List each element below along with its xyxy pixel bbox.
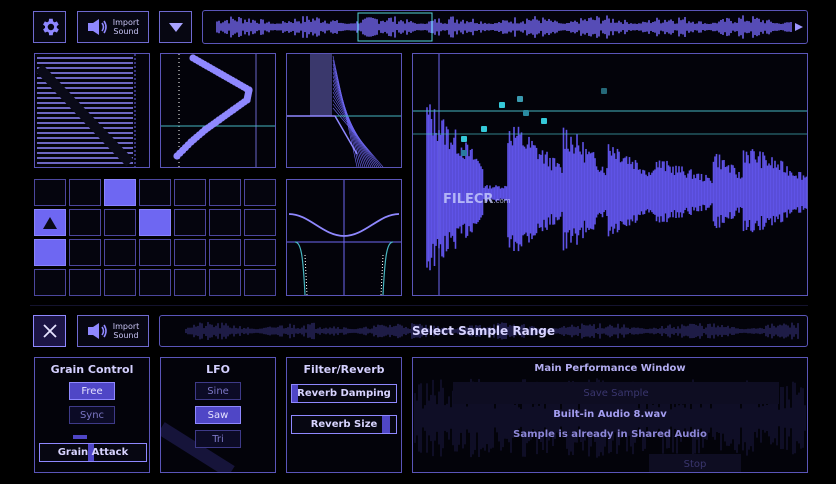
pad-cell[interactable] [209, 209, 241, 236]
main-waveform-display[interactable]: FILECR.com [412, 53, 808, 296]
pad-cell[interactable] [174, 209, 206, 236]
pad-cell[interactable] [139, 209, 171, 236]
main-performance-window: Main Performance Window Save Sample Buil… [412, 357, 808, 473]
pad-cell[interactable] [244, 269, 276, 296]
import-sound-button-2[interactable]: Import Sound [77, 315, 149, 347]
pad-cell[interactable] [174, 179, 206, 206]
pad-cell[interactable] [139, 269, 171, 296]
pad-cell[interactable] [209, 239, 241, 266]
watermark: FILECR.com [443, 192, 511, 207]
sample-filename: Built-in Audio 8.wav [553, 409, 667, 420]
pad-cell[interactable] [139, 179, 171, 206]
pad-cell[interactable] [174, 269, 206, 296]
speaker-icon [87, 19, 107, 35]
grain-pattern-display [34, 53, 150, 168]
save-sample-button[interactable]: Save Sample [453, 382, 779, 404]
pad-cell[interactable] [104, 269, 136, 296]
overview-waveform[interactable] [202, 10, 808, 44]
pad-cell[interactable] [104, 239, 136, 266]
pad-cell[interactable] [34, 179, 66, 206]
grain-sync-option[interactable]: Sync [69, 406, 115, 424]
reverb-damping-label: Reverb Damping [297, 388, 391, 399]
select-sample-range-label: Select Sample Range [412, 324, 555, 338]
import-sound-button[interactable]: Import Sound [77, 11, 149, 43]
stop-button[interactable]: Stop [649, 454, 741, 472]
pad-cell[interactable] [34, 239, 66, 266]
pad-cell[interactable] [69, 209, 101, 236]
chevron-down-icon [168, 22, 183, 32]
reverb-size-label: Reverb Size [310, 419, 378, 430]
lfo-sine-option[interactable]: Sine [195, 382, 241, 400]
grain-attack-marker [73, 435, 87, 439]
pad-cell[interactable] [69, 269, 101, 296]
pad-cell[interactable] [209, 179, 241, 206]
pad-cell[interactable] [244, 179, 276, 206]
speaker-icon [87, 323, 107, 339]
filter-response-display [286, 53, 402, 168]
lfo-panel: LFO Sine Saw Tri [160, 357, 276, 473]
pad-cell[interactable] [104, 209, 136, 236]
reverb-damping-slider[interactable]: Reverb Damping [291, 384, 397, 403]
pad-cell[interactable] [174, 239, 206, 266]
dropdown-button[interactable] [159, 11, 192, 43]
overview-waveform-graphic [216, 12, 803, 42]
import-sound-label: Import Sound [112, 18, 140, 36]
pad-cell[interactable] [104, 179, 136, 206]
gear-icon [42, 18, 59, 36]
pad-grid [34, 179, 276, 296]
sample-status: Sample is already in Shared Audio [513, 429, 707, 440]
settings-button[interactable] [33, 11, 66, 43]
import-sound-label: Import Sound [112, 322, 140, 340]
filter-reverb-panel: Filter/Reverb Reverb Damping Reverb Size [286, 357, 402, 473]
lfo-tri-option[interactable]: Tri [195, 430, 241, 448]
sample-range-selector[interactable]: Select Sample Range [159, 315, 808, 347]
pad-cell[interactable] [69, 179, 101, 206]
stop-label: Stop [683, 458, 707, 470]
grain-attack-label: Grain Attack [57, 447, 129, 458]
pad-cell[interactable] [34, 209, 66, 236]
envelope-curve-display[interactable] [160, 53, 276, 168]
pad-cell[interactable] [69, 239, 101, 266]
section-divider [30, 305, 808, 306]
close-button[interactable] [33, 315, 66, 347]
pad-cell[interactable] [244, 239, 276, 266]
save-sample-label: Save Sample [583, 387, 649, 399]
pad-cell[interactable] [209, 269, 241, 296]
lfo-shape-display [286, 179, 402, 296]
grain-attack-slider[interactable]: Grain Attack [39, 443, 147, 462]
reverb-size-slider[interactable]: Reverb Size [291, 415, 397, 434]
filter-reverb-title: Filter/Reverb [303, 363, 385, 376]
grain-free-option[interactable]: Free [69, 382, 115, 400]
play-arrow-icon [43, 217, 57, 229]
main-performance-title: Main Performance Window [534, 363, 686, 374]
pad-cell[interactable] [139, 239, 171, 266]
pad-cell[interactable] [34, 269, 66, 296]
grain-control-title: Grain Control [50, 363, 134, 376]
close-icon [42, 324, 57, 338]
lfo-title: LFO [206, 363, 230, 376]
pad-cell[interactable] [244, 209, 276, 236]
grain-control-panel: Grain Control Free Sync Grain Attack [34, 357, 150, 473]
lfo-saw-option[interactable]: Saw [195, 406, 241, 424]
